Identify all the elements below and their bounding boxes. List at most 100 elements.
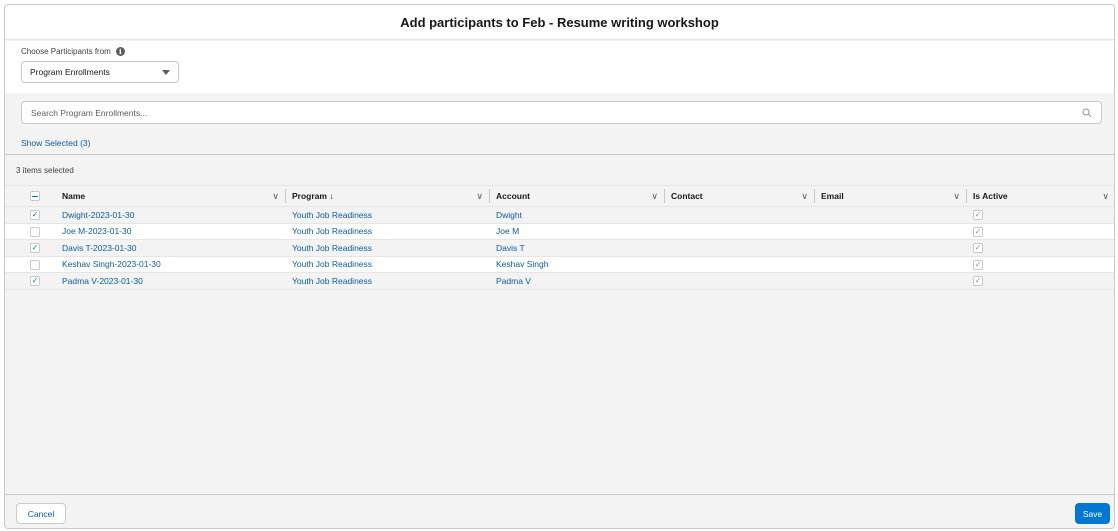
program-cell: Youth Job Readiness (286, 206, 490, 224)
info-icon[interactable]: i (115, 47, 125, 56)
modal-title: Add participants to Feb - Resume writing… (400, 14, 719, 30)
search-icon[interactable] (1082, 108, 1092, 118)
source-panel: Choose Participants from i Program Enrol… (5, 41, 1114, 93)
email-cell (815, 272, 967, 290)
contact-cell (665, 239, 815, 257)
select-all-checkbox[interactable] (30, 191, 40, 202)
is-active-checkbox (973, 226, 983, 237)
program-cell: Youth Job Readiness (286, 223, 490, 240)
column-label: Program ↓ (292, 191, 334, 201)
table-row[interactable]: Joe M-2023-01-30 Youth Job Readiness Joe M (5, 223, 1114, 240)
is-active-checkbox (973, 243, 983, 254)
program-cell: Youth Job Readiness (286, 256, 490, 273)
name-cell: Padma V-2023-01-30 (56, 272, 286, 290)
row-select-cell (5, 206, 56, 224)
name-link[interactable]: Joe M-2023-01-30 (62, 226, 131, 236)
table-header-row: Name ∨ Program ↓ ∨ Account ∨ Contact ∨ Email… (5, 185, 1114, 207)
column-header-program[interactable]: Program ↓ ∨ (286, 185, 490, 207)
chevron-down-icon[interactable]: ∨ (272, 191, 279, 202)
program-link[interactable]: Youth Job Readiness (292, 210, 372, 220)
account-link[interactable]: Padma V (496, 276, 531, 286)
row-select-cell (5, 272, 56, 290)
participants-table: Name ∨ Program ↓ ∨ Account ∨ Contact ∨ Email… (5, 185, 1114, 290)
table-row[interactable]: Keshav Singh-2023-01-30 Youth Job Readine… (5, 256, 1114, 273)
save-button[interactable]: Save (1075, 503, 1110, 524)
chevron-down-icon[interactable]: ∨ (651, 191, 658, 202)
column-label: Contact (671, 191, 703, 201)
search-input[interactable] (31, 107, 1071, 118)
email-cell (815, 256, 967, 273)
search-box (21, 101, 1102, 124)
source-label-text: Choose Participants from (21, 47, 111, 56)
is-active-checkbox (973, 259, 983, 270)
account-link[interactable]: Davis T (496, 243, 525, 253)
source-select-value: Program Enrollments (30, 67, 110, 77)
program-cell: Youth Job Readiness (286, 239, 490, 257)
email-cell (815, 239, 967, 257)
modal-header: Add participants to Feb - Resume writing… (5, 5, 1114, 40)
chevron-down-icon (162, 70, 170, 75)
row-select-cell (5, 223, 56, 240)
name-cell: Dwight-2023-01-30 (56, 206, 286, 224)
table-row[interactable]: Dwight-2023-01-30 Youth Job Readiness Dwig… (5, 206, 1114, 224)
account-cell: Padma V (490, 272, 665, 290)
table-row[interactable]: Padma V-2023-01-30 Youth Job Readiness Pad… (5, 272, 1114, 290)
email-cell (815, 206, 967, 224)
name-cell: Joe M-2023-01-30 (56, 223, 286, 240)
program-link[interactable]: Youth Job Readiness (292, 276, 372, 286)
row-select-cell (5, 256, 56, 273)
contact-cell (665, 256, 815, 273)
column-header-email[interactable]: Email ∨ (815, 185, 967, 207)
program-cell: Youth Job Readiness (286, 272, 490, 290)
contact-cell (665, 206, 815, 224)
column-header-account[interactable]: Account ∨ (490, 185, 665, 207)
chevron-down-icon[interactable]: ∨ (953, 191, 960, 202)
row-checkbox[interactable] (30, 210, 40, 221)
is-active-checkbox (973, 276, 983, 287)
column-label: Is Active (973, 191, 1008, 201)
is-active-cell (967, 206, 1114, 224)
name-link[interactable]: Dwight-2023-01-30 (62, 210, 134, 220)
column-label: Name (62, 191, 86, 201)
chevron-down-icon[interactable]: ∨ (476, 191, 483, 202)
is-active-cell (967, 239, 1114, 257)
select-all-header (5, 185, 56, 207)
name-link[interactable]: Padma V-2023-01-30 (62, 276, 143, 286)
source-select[interactable]: Program Enrollments (21, 61, 179, 83)
account-cell: Keshav Singh (490, 256, 665, 273)
row-checkbox[interactable] (30, 259, 40, 270)
program-link[interactable]: Youth Job Readiness (292, 259, 372, 269)
chevron-down-icon[interactable]: ∨ (1102, 191, 1109, 202)
account-link[interactable]: Keshav Singh (496, 259, 548, 269)
is-active-cell (967, 223, 1114, 240)
program-link[interactable]: Youth Job Readiness (292, 243, 372, 253)
row-checkbox[interactable] (30, 243, 40, 254)
cancel-button[interactable]: Cancel (16, 503, 66, 524)
add-participants-modal: Add participants to Feb - Resume writing… (4, 4, 1115, 529)
table-body: Dwight-2023-01-30 Youth Job Readiness Dwig… (5, 206, 1114, 290)
account-link[interactable]: Joe M (496, 226, 519, 236)
account-cell: Davis T (490, 239, 665, 257)
items-selected-count: 3 items selected (16, 165, 74, 175)
account-cell: Dwight (490, 206, 665, 224)
row-checkbox[interactable] (30, 276, 40, 287)
column-header-name[interactable]: Name ∨ (56, 185, 286, 207)
table-container: 3 items selected Name ∨ Program ↓ ∨ Acco… (5, 154, 1114, 494)
column-label: Account (496, 191, 530, 201)
name-link[interactable]: Keshav Singh-2023-01-30 (62, 259, 161, 269)
source-label: Choose Participants from i (21, 47, 125, 56)
chevron-down-icon[interactable]: ∨ (801, 191, 808, 202)
column-header-is-active[interactable]: Is Active ∨ (967, 185, 1114, 207)
table-row[interactable]: Davis T-2023-01-30 Youth Job Readiness Dav… (5, 239, 1114, 257)
program-link[interactable]: Youth Job Readiness (292, 226, 372, 236)
show-selected-link[interactable]: Show Selected (3) (21, 138, 90, 148)
account-link[interactable]: Dwight (496, 210, 522, 220)
name-link[interactable]: Davis T-2023-01-30 (62, 243, 137, 253)
name-cell: Davis T-2023-01-30 (56, 239, 286, 257)
account-cell: Joe M (490, 223, 665, 240)
row-checkbox[interactable] (30, 226, 40, 237)
is-active-cell (967, 256, 1114, 273)
column-header-contact[interactable]: Contact ∨ (665, 185, 815, 207)
is-active-checkbox (973, 210, 983, 221)
modal-footer: Cancel Save (5, 494, 1114, 528)
